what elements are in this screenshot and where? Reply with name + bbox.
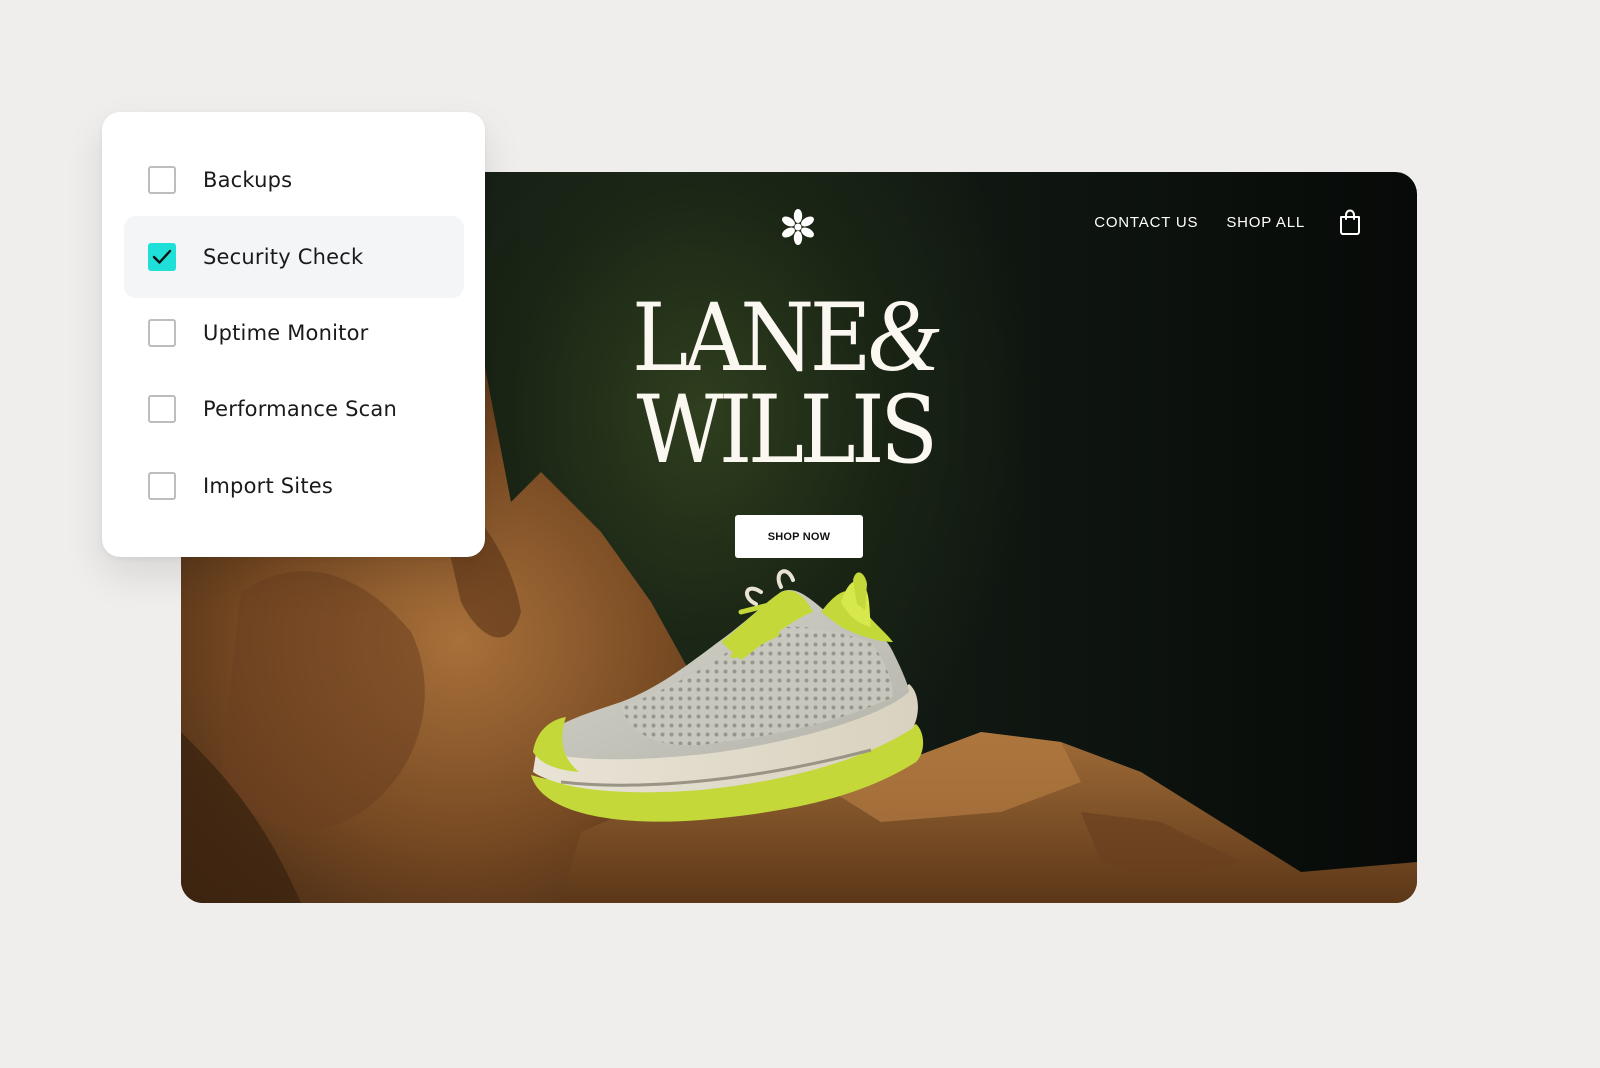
- checklist-label: Uptime Monitor: [203, 321, 369, 345]
- checklist-label: Security Check: [203, 245, 364, 269]
- site-nav: CONTACT US SHOP ALL: [1094, 209, 1361, 235]
- checklist-item-import-sites[interactable]: Import Sites: [124, 445, 464, 527]
- checklist-item-uptime-monitor[interactable]: Uptime Monitor: [124, 292, 464, 374]
- checklist-label: Performance Scan: [203, 397, 398, 421]
- checklist-item-backups[interactable]: Backups: [124, 139, 464, 221]
- checklist-label: Backups: [203, 168, 293, 192]
- asterisk-flower-icon[interactable]: [779, 208, 817, 246]
- checkbox-import-sites[interactable]: [148, 472, 176, 500]
- checklist-item-security-check[interactable]: Security Check: [124, 216, 464, 298]
- shop-now-button[interactable]: SHOP NOW: [735, 515, 863, 558]
- checkbox-security-check[interactable]: [148, 243, 176, 271]
- checkmark-icon: [152, 249, 172, 264]
- nav-contact-us[interactable]: CONTACT US: [1094, 214, 1198, 231]
- checklist-item-performance-scan[interactable]: Performance Scan: [124, 368, 464, 450]
- checkbox-performance-scan[interactable]: [148, 395, 176, 423]
- shopping-bag-icon[interactable]: [1339, 209, 1361, 235]
- brand-line-2: WILLIS: [636, 376, 938, 485]
- checklist-panel: Backups Security Check Uptime Monitor Pe…: [102, 112, 485, 557]
- checkbox-uptime-monitor[interactable]: [148, 319, 176, 347]
- checklist-label: Import Sites: [203, 474, 334, 498]
- checkbox-backups[interactable]: [148, 166, 176, 194]
- brand-wordmark: LANE& WILLIS: [614, 284, 956, 485]
- nav-shop-all[interactable]: SHOP ALL: [1226, 214, 1305, 231]
